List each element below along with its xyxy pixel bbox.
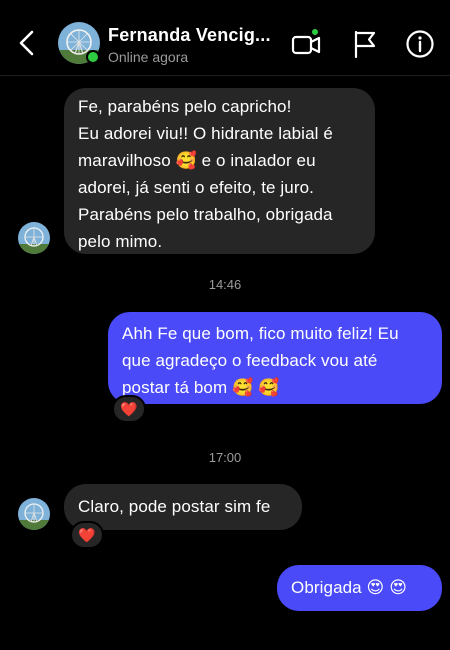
chat-header: Fernanda Vencig... Online agora bbox=[0, 0, 450, 76]
timestamp: 17:00 bbox=[208, 450, 242, 465]
incoming-message[interactable]: Fe, parabéns pelo capricho! Eu adorei vi… bbox=[64, 88, 375, 254]
message-line: postar tá bom 🥰 🥰 bbox=[122, 378, 280, 397]
sender-avatar[interactable] bbox=[18, 222, 50, 254]
chevron-left-icon[interactable] bbox=[14, 28, 40, 58]
timestamp: 14:46 bbox=[208, 277, 242, 292]
flag-icon[interactable] bbox=[349, 28, 381, 60]
message-line: Fe, parabéns pelo capricho! bbox=[78, 97, 292, 116]
ferris-wheel-avatar-image bbox=[18, 222, 50, 254]
heart-reaction[interactable]: ❤️ bbox=[70, 521, 104, 549]
online-indicator bbox=[86, 50, 100, 64]
message-line: Eu adorei viu!! O hidrante labial é bbox=[78, 124, 333, 143]
message-line: pelo mimo. bbox=[78, 232, 163, 251]
message-text: Obrigada 😍 😍 bbox=[291, 578, 408, 597]
message-line: adorei, já senti o efeito, te juro. bbox=[78, 178, 314, 197]
outgoing-message[interactable]: Ahh Fe que bom, fico muito feliz! Eu que… bbox=[108, 312, 442, 404]
message-line: maravilhoso 🥰 e o inalador eu bbox=[78, 151, 316, 170]
contact-status: Online agora bbox=[108, 49, 189, 65]
message-line: Ahh Fe que bom, fico muito feliz! Eu bbox=[122, 324, 399, 343]
outgoing-message[interactable]: Obrigada 😍 😍 bbox=[277, 565, 442, 611]
sender-avatar[interactable] bbox=[18, 498, 50, 530]
heart-reaction[interactable]: ❤️ bbox=[112, 395, 146, 423]
ferris-wheel-avatar-image bbox=[18, 498, 50, 530]
contact-name[interactable]: Fernanda Vencig... bbox=[108, 25, 286, 46]
incoming-message[interactable]: Claro, pode postar sim fe bbox=[64, 484, 302, 530]
video-active-indicator bbox=[310, 27, 320, 37]
message-line: Parabéns pelo trabalho, obrigada bbox=[78, 205, 333, 224]
message-line: que agradeço o feedback vou até bbox=[122, 351, 378, 370]
message-text: Claro, pode postar sim fe bbox=[78, 497, 271, 516]
info-icon[interactable] bbox=[404, 28, 436, 60]
